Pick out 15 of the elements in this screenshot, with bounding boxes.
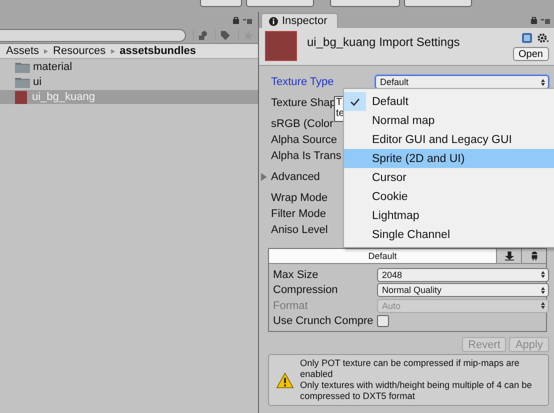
tooltip-text: T [336,97,344,108]
field-label: Aniso Level [271,224,328,236]
field-label: Filter Mode [271,208,326,220]
field-label: sRGB (Color [271,118,334,130]
field-label: Alpha Is Trans [271,150,342,162]
field-label: Texture Type [271,76,335,88]
field-label: Alpha Source [271,134,338,146]
help-text: Only POT texture can be compressed if mip-maps are enabled [300,358,520,380]
inspector-title: ui_bg_kuang Import Settings [307,35,460,49]
setting-label: Compression [273,284,339,296]
setting-label: Format [273,300,309,312]
field-label: Wrap Mode [271,192,328,204]
setting-label: Max Size [273,268,320,281]
checkbox-label: Use Crunch Compre [273,315,374,328]
help-text: Only textures with width/height being multiple of 4 can be compressed to DXT5 format [300,380,533,402]
